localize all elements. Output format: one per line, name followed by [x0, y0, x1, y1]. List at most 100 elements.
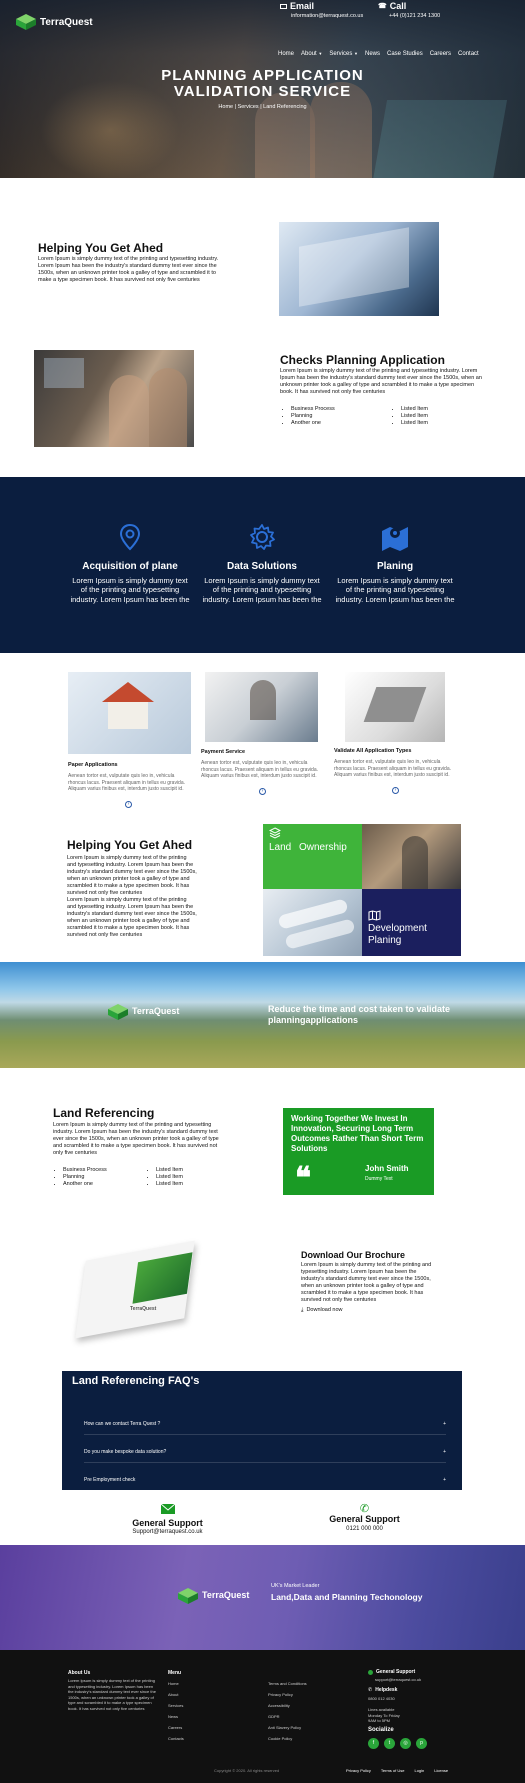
- phone-icon: ✆: [368, 1687, 373, 1693]
- header-call[interactable]: ☎ Call +44 (0)121 234 1300: [378, 1, 440, 20]
- download-link-label: Download now: [306, 1307, 343, 1313]
- bottom-link-privacy[interactable]: Privacy Policy: [346, 1768, 371, 1773]
- footer-menu-home[interactable]: Home: [168, 1678, 184, 1689]
- list-item: Business Process: [63, 1167, 107, 1174]
- brochure-cover-brand: TerraQuest: [130, 1306, 157, 1312]
- footer-link-accessibility[interactable]: Accessibility: [268, 1700, 307, 1711]
- testimonial-role: Dummy Text: [365, 1176, 393, 1182]
- support-phone-block[interactable]: ✆ General Support 0121 000 000: [307, 1504, 422, 1533]
- service-title: Acquisition of plane: [82, 560, 178, 572]
- instagram-icon[interactable]: ◎: [400, 1738, 411, 1749]
- logo-cube-icon: [178, 1588, 198, 1604]
- plus-icon: +: [443, 1421, 446, 1427]
- list-item: Listed Item: [401, 413, 428, 420]
- bottom-link-terms[interactable]: Terms of Use: [381, 1768, 405, 1773]
- service-text: Lorem Ipsum is simply dummy text of the …: [335, 575, 455, 604]
- envelope-icon: [160, 1503, 175, 1514]
- nav-contact[interactable]: Contact: [458, 51, 479, 59]
- footer-link-cookie[interactable]: Cookie Policy: [268, 1733, 307, 1744]
- service-data[interactable]: Data Solutions Lorem Ipsum is simply dum…: [202, 523, 322, 604]
- pinterest-icon[interactable]: p: [416, 1738, 427, 1749]
- phone-icon: ✆: [359, 1503, 370, 1515]
- footer-menu-news[interactable]: News: [168, 1711, 184, 1722]
- checks-image: [34, 350, 194, 447]
- footer-helpdesk: ✆ Helpdesk: [368, 1687, 398, 1693]
- faq-item[interactable]: Pre Employment check +: [84, 1477, 446, 1491]
- banner-logo: TerraQuest: [108, 1004, 179, 1020]
- footer-links: Terms and Conditions Privacy Policy Acce…: [268, 1678, 307, 1744]
- list-item: Another one: [291, 420, 335, 427]
- brochure-image: TerraQuest: [60, 1240, 210, 1340]
- list-item: Planning: [291, 413, 335, 420]
- footer-about-text: Lorem Ipsum is simply dummy text of the …: [68, 1678, 156, 1711]
- card-text: Aenean tortor est, vulputate quis leo in…: [68, 773, 186, 792]
- intro-title: Helping You Get Ahed: [38, 241, 164, 255]
- list-item: Listed Item: [156, 1181, 183, 1188]
- support-value: Support@terraquest.co.uk: [132, 1529, 203, 1536]
- card-arrow-icon[interactable]: ›: [259, 788, 266, 795]
- bottom-link-license[interactable]: License: [434, 1768, 448, 1773]
- footer-menu-about[interactable]: About: [168, 1689, 184, 1700]
- service-acquisition[interactable]: Acquisition of plane Lorem Ipsum is simp…: [70, 523, 190, 604]
- tile-land-ownership[interactable]: Land Ownership: [263, 824, 362, 889]
- nav-services[interactable]: Services ▼: [329, 51, 358, 59]
- footer-link-privacy[interactable]: Privacy Policy: [268, 1689, 307, 1700]
- service-planing[interactable]: Planing Lorem Ipsum is simply dummy text…: [335, 523, 455, 604]
- hero-section: TerraQuest Email information@terraquest.…: [0, 0, 525, 178]
- header-logo[interactable]: TerraQuest: [16, 14, 93, 30]
- about-banner-small: UK's Market Leader: [271, 1583, 320, 1589]
- breadcrumb[interactable]: Home | Services | Land Referencing: [0, 104, 525, 111]
- nav-news[interactable]: News: [365, 51, 380, 59]
- bottom-link-login[interactable]: Login: [414, 1768, 424, 1773]
- faq-item[interactable]: Do you make bespoke data solution? +: [84, 1449, 446, 1463]
- testimonial-text: Working Together We Invest In Innovation…: [291, 1114, 424, 1153]
- banner-text: Reduce the time and cost taken to valida…: [268, 1004, 451, 1025]
- tile-ownership-label: Ownership: [299, 842, 347, 853]
- map-icon: [382, 527, 408, 551]
- card-arrow-icon[interactable]: ›: [125, 801, 132, 808]
- checks-list-b: Listed Item Listed Item Listed Item: [393, 406, 428, 427]
- footer-support-email[interactable]: support@terraquest.co.uk: [375, 1677, 421, 1683]
- email-value: information@terraquest.co.us: [291, 12, 364, 19]
- support-email-block[interactable]: General Support Support@terraquest.co.uk: [110, 1503, 225, 1537]
- checks-title: Checks Planning Application: [280, 353, 445, 367]
- footer-helpdesk-phone[interactable]: 0800 012 4030: [368, 1696, 395, 1702]
- footer-menu-contacts[interactable]: Contacts: [168, 1733, 184, 1744]
- logo-text: TerraQuest: [202, 1590, 250, 1601]
- footer-menu-services[interactable]: Services: [168, 1700, 184, 1711]
- faq-item[interactable]: How can we contact Terra Quest ? +: [84, 1421, 446, 1435]
- nav-case-studies[interactable]: Case Studies: [387, 51, 423, 59]
- header-email[interactable]: Email information@terraquest.co.us: [280, 1, 363, 20]
- nav-home[interactable]: Home: [278, 51, 294, 59]
- footer-link-gdpr[interactable]: GDPR: [268, 1711, 307, 1722]
- footer-link-terms[interactable]: Terms and Conditions: [268, 1678, 307, 1689]
- twitter-icon[interactable]: t: [384, 1738, 395, 1749]
- about-banner-logo: TerraQuest: [178, 1588, 249, 1604]
- tile-development-planing[interactable]: Development Planing: [362, 889, 461, 956]
- footer-menu-careers[interactable]: Careers: [168, 1722, 184, 1733]
- quote-icon: ❝: [295, 1162, 312, 1195]
- email-icon: [280, 4, 287, 10]
- card-image-house: [68, 672, 191, 754]
- support-icon: [368, 1669, 373, 1675]
- card-arrow-icon[interactable]: ›: [392, 787, 399, 794]
- nav-about[interactable]: About ▼: [301, 51, 322, 59]
- download-link[interactable]: ⤓ Download now: [301, 1307, 343, 1314]
- map-outline-icon: [368, 910, 381, 921]
- logo-cube-icon: [108, 1004, 128, 1020]
- nav-careers[interactable]: Careers: [430, 51, 451, 59]
- footer-link-anti-slavery[interactable]: Anti Slavery Policy: [268, 1722, 307, 1733]
- card-title: Paper Applications: [68, 762, 118, 768]
- service-text: Lorem Ipsum is simply dummy text of the …: [70, 575, 190, 604]
- footer-socialize: Socialize: [368, 1727, 394, 1733]
- logo-text: TerraQuest: [40, 16, 93, 28]
- download-icon: ⤓: [301, 1307, 304, 1313]
- service-text: Lorem Ipsum is simply dummy text of the …: [202, 575, 322, 604]
- services-section: Acquisition of plane Lorem Ipsum is simp…: [0, 477, 525, 653]
- card-text: Aenean tortor est, vulputate quis leo in…: [201, 760, 319, 779]
- tile-development-label: Development Planing: [368, 923, 427, 946]
- support-title: General Support: [132, 1517, 203, 1528]
- faq-section: Land Referencing FAQ's How can we contac…: [62, 1371, 462, 1491]
- gear-icon: [250, 524, 275, 550]
- facebook-icon[interactable]: f: [368, 1738, 379, 1749]
